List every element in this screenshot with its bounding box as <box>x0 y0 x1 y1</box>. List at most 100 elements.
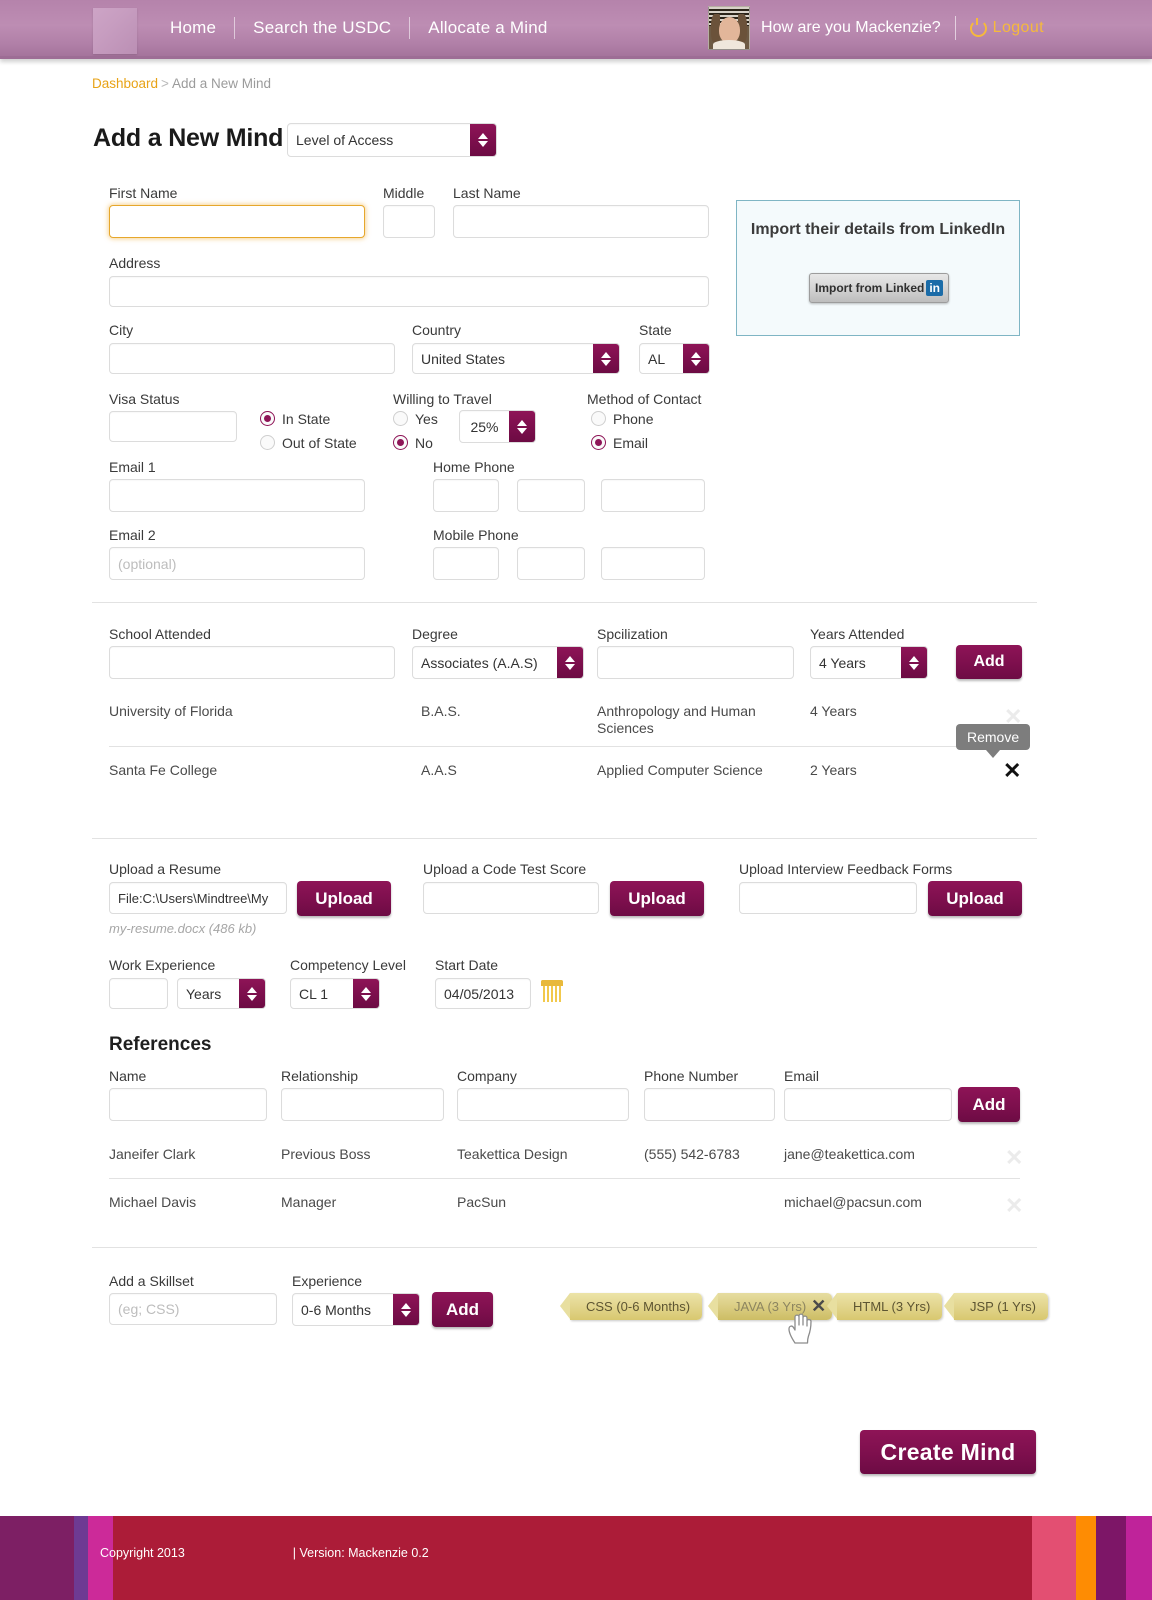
remove-education-row-icon[interactable]: ✕ <box>1003 760 1021 782</box>
reference-email-label: Email <box>784 1068 820 1084</box>
last-name-input[interactable] <box>453 205 709 238</box>
state-select[interactable]: AL <box>639 343 710 374</box>
visa-status-label: Visa Status <box>109 391 180 407</box>
email1-input[interactable] <box>109 479 365 512</box>
nav-home[interactable]: Home <box>152 17 234 39</box>
years-attended-select[interactable]: 4 Years <box>810 646 928 679</box>
reference-name-input[interactable] <box>109 1088 267 1121</box>
start-date-input[interactable] <box>435 978 531 1009</box>
skill-tag[interactable]: JAVA (3 Yrs) ✕ <box>707 1293 833 1320</box>
work-experience-unit-select[interactable]: Years <box>177 978 266 1009</box>
reference-email-input[interactable] <box>784 1088 952 1121</box>
app-logo[interactable] <box>93 8 137 54</box>
radio-out-of-state[interactable]: Out of State <box>260 431 357 455</box>
reference-phone-label: Phone Number <box>644 1068 739 1084</box>
skill-tag[interactable]: JSP (1 Yrs) <box>944 1293 1048 1320</box>
radio-in-state[interactable]: In State <box>260 407 357 431</box>
specialization-label: Spcilization <box>597 626 668 642</box>
chevron-updown-icon <box>593 344 619 373</box>
travel-percent-select[interactable]: 25% <box>459 410 536 443</box>
radio-travel-no[interactable]: No <box>393 431 438 455</box>
years-attended-label: Years Attended <box>810 626 905 642</box>
degree-select[interactable]: Associates (A.A.S) <box>412 646 584 679</box>
reference-relationship-input[interactable] <box>281 1088 444 1121</box>
email2-label: Email 2 <box>109 527 156 543</box>
footer-stripe <box>1032 1516 1076 1600</box>
nav-search-usdc[interactable]: Search the USDC <box>235 17 409 39</box>
radio-contact-email[interactable]: Email <box>591 431 653 455</box>
logout-button[interactable]: Logout <box>969 17 1044 37</box>
travel-percent-value: 25% <box>470 418 499 435</box>
linkedin-panel-title: Import their details from LinkedIn <box>750 221 1006 238</box>
upload-feedback-button[interactable]: Upload <box>928 881 1022 916</box>
education-school: University of Florida <box>109 703 233 719</box>
upload-code-test-input[interactable] <box>423 882 599 914</box>
competency-level-label: Competency Level <box>290 957 406 973</box>
upload-feedback-input[interactable] <box>739 882 917 914</box>
linkedin-icon: in <box>926 280 943 296</box>
skill-experience-select[interactable]: 0-6 Months <box>292 1293 420 1326</box>
home-phone-area-input[interactable] <box>433 479 499 512</box>
radio-travel-yes[interactable]: Yes <box>393 407 438 431</box>
radio-out-of-state-label: Out of State <box>282 435 357 451</box>
competency-level-select[interactable]: CL 1 <box>290 978 380 1009</box>
create-mind-button[interactable]: Create Mind <box>860 1430 1036 1474</box>
radio-contact-phone[interactable]: Phone <box>591 407 653 431</box>
add-skill-button[interactable]: Add <box>432 1292 493 1327</box>
reference-phone-input[interactable] <box>644 1088 775 1121</box>
remove-reference-row-icon[interactable]: ✕ <box>1005 1195 1023 1217</box>
mobile-phone-line-input[interactable] <box>601 547 705 580</box>
education-degree: B.A.S. <box>421 703 461 719</box>
upload-resume-input[interactable] <box>109 882 287 914</box>
mobile-phone-prefix-input[interactable] <box>517 547 585 580</box>
add-reference-button[interactable]: Add <box>958 1087 1020 1122</box>
country-select[interactable]: United States <box>412 343 620 374</box>
user-area: How are you Mackenzie? Logout <box>708 0 1044 56</box>
school-attended-input[interactable] <box>109 646 395 679</box>
calendar-icon[interactable] <box>541 980 563 1002</box>
education-specialization: Anthropology and Human Sciences <box>597 703 756 736</box>
specialization-input[interactable] <box>597 646 794 679</box>
middle-name-input[interactable] <box>383 205 435 238</box>
linkedin-import-panel: Import their details from LinkedIn Impor… <box>736 200 1020 336</box>
chevron-updown-icon <box>901 647 927 678</box>
skillset-input[interactable] <box>109 1293 277 1325</box>
first-name-input[interactable] <box>109 205 365 238</box>
address-input[interactable] <box>109 276 709 307</box>
home-phone-line-input[interactable] <box>601 479 705 512</box>
reference-company-input[interactable] <box>457 1088 629 1121</box>
skill-tag[interactable]: HTML (3 Yrs) <box>826 1293 943 1320</box>
email2-input[interactable] <box>109 547 365 580</box>
skill-tag[interactable]: CSS (0-6 Months) <box>559 1293 703 1320</box>
work-experience-input[interactable] <box>109 978 168 1009</box>
education-specialization: Applied Computer Science <box>597 762 763 778</box>
import-from-linkedin-button[interactable]: Import from Linked in <box>809 273 949 303</box>
education-school: Santa Fe College <box>109 762 218 778</box>
avatar[interactable] <box>708 6 751 50</box>
breadcrumb-dashboard[interactable]: Dashboard <box>92 76 158 91</box>
footer-stripe <box>74 1516 88 1600</box>
visa-status-input[interactable] <box>109 411 237 442</box>
first-name-label: First Name <box>109 185 178 201</box>
reference-company-label: Company <box>457 1068 517 1084</box>
level-of-access-select[interactable]: Level of Access <box>287 123 497 157</box>
add-education-button[interactable]: Add <box>956 645 1022 679</box>
radio-contact-phone-label: Phone <box>613 411 654 427</box>
remove-reference-row-icon[interactable]: ✕ <box>1005 1147 1023 1169</box>
add-skillset-label: Add a Skillset <box>109 1273 194 1289</box>
nav-allocate-a-mind[interactable]: Allocate a Mind <box>410 17 565 39</box>
mobile-phone-area-input[interactable] <box>433 547 499 580</box>
country-value: United States <box>421 350 506 367</box>
upload-resume-button[interactable]: Upload <box>297 881 391 916</box>
main-nav: Home Search the USDC Allocate a Mind <box>152 0 566 56</box>
upload-code-test-button[interactable]: Upload <box>610 881 704 916</box>
references-title: References <box>109 1034 212 1055</box>
breadcrumb: Dashboard > Add a New Mind <box>92 76 271 91</box>
section-divider <box>92 1247 1037 1248</box>
degree-value: Associates (A.A.S) <box>421 654 538 671</box>
home-phone-prefix-input[interactable] <box>517 479 585 512</box>
section-divider <box>92 602 1037 603</box>
greeting-text: How are you Mackenzie? <box>761 19 941 36</box>
city-input[interactable] <box>109 343 395 374</box>
willing-to-travel-label: Willing to Travel <box>393 391 492 407</box>
